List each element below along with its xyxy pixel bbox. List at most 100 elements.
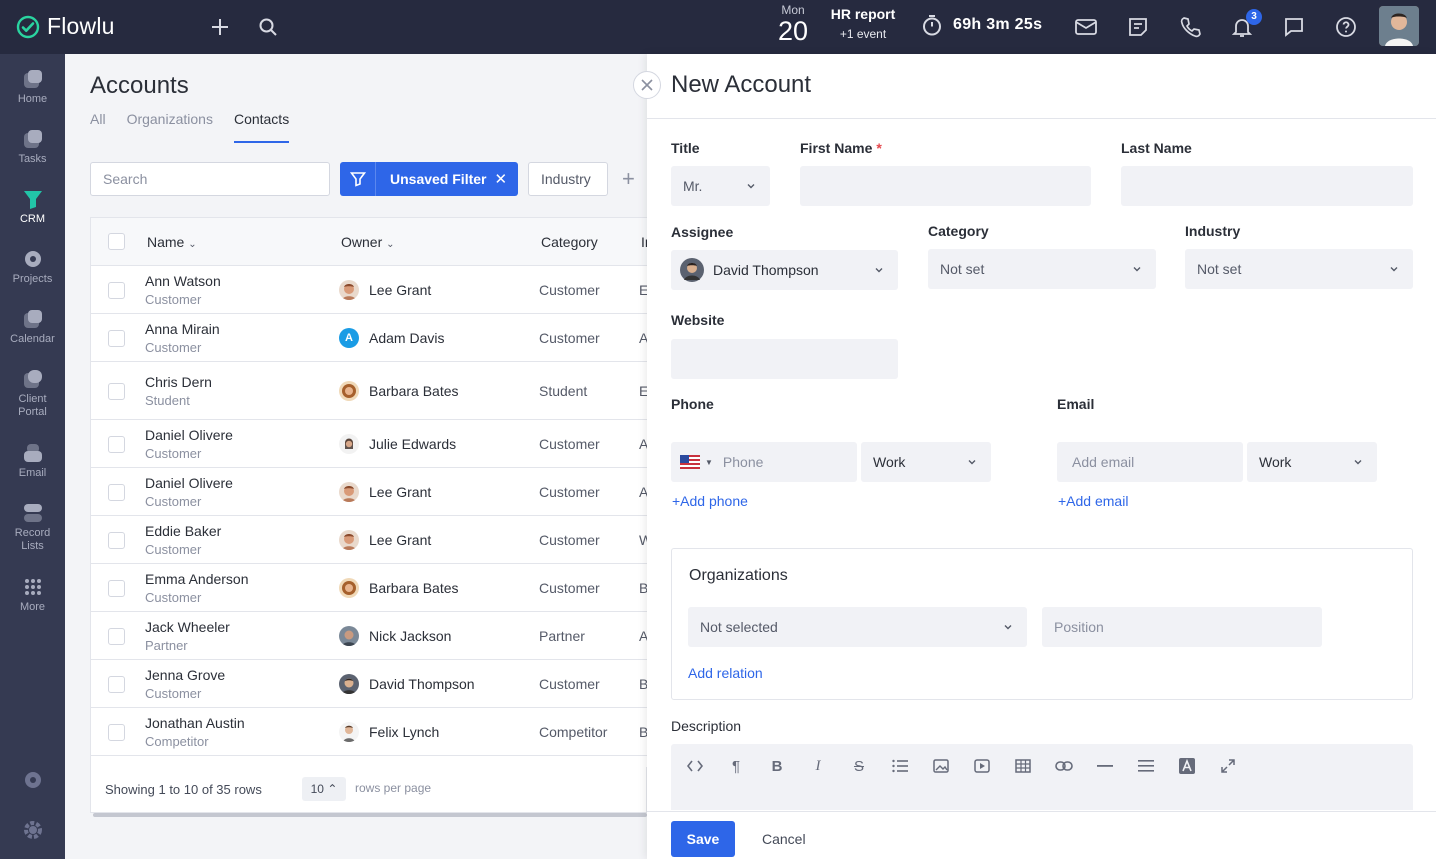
close-panel-button[interactable] bbox=[633, 71, 661, 99]
sidebar-item-crm[interactable]: CRM bbox=[0, 188, 65, 226]
website-input[interactable] bbox=[671, 339, 898, 379]
table-row[interactable]: Emma Anderson Customer Barbara Bates Custom… bbox=[91, 564, 647, 612]
italic-icon[interactable]: I bbox=[808, 756, 828, 776]
user-avatar[interactable] bbox=[1379, 6, 1419, 46]
save-button[interactable]: Save bbox=[671, 821, 735, 857]
last-name-input[interactable] bbox=[1121, 166, 1413, 206]
table-row[interactable]: Jenna Grove Customer David Thompson Custome… bbox=[91, 660, 647, 708]
horizontal-scrollbar[interactable] bbox=[93, 813, 647, 817]
row-checkbox[interactable] bbox=[108, 532, 125, 549]
industry-filter-button[interactable]: Industry bbox=[528, 162, 608, 196]
mail-icon[interactable] bbox=[1073, 14, 1099, 40]
tab-contacts[interactable]: Contacts bbox=[233, 111, 290, 143]
sidebar-item-settings[interactable] bbox=[0, 819, 65, 844]
today-date[interactable]: Mon 20 bbox=[774, 4, 812, 46]
table-row[interactable]: Jonathan Austin Competitor Felix Lynch Comp… bbox=[91, 708, 647, 756]
title-select[interactable]: Mr. bbox=[671, 166, 770, 206]
upcoming-event[interactable]: HR report +1 event bbox=[820, 6, 906, 45]
table-icon[interactable] bbox=[1013, 756, 1033, 776]
strikethrough-icon[interactable]: S bbox=[849, 756, 869, 776]
code-icon[interactable] bbox=[685, 756, 705, 776]
link-icon[interactable] bbox=[1054, 756, 1074, 776]
contact-name[interactable]: Jack Wheeler bbox=[145, 619, 230, 635]
sidebar-item-tasks[interactable]: Tasks bbox=[0, 128, 65, 166]
phone-type-select[interactable]: Work bbox=[861, 442, 991, 482]
contact-name[interactable]: Ann Watson bbox=[145, 273, 221, 289]
add-phone-link[interactable]: +Add phone bbox=[672, 493, 748, 509]
table-row[interactable]: Eddie Baker Customer Lee Grant Customer W bbox=[91, 516, 647, 564]
table-row[interactable]: Jack Wheeler Partner Nick Jackson Partner A bbox=[91, 612, 647, 660]
notes-icon[interactable] bbox=[1125, 14, 1151, 40]
assignee-select[interactable]: David Thompson bbox=[671, 250, 898, 290]
select-all-checkbox[interactable] bbox=[108, 233, 125, 250]
video-icon[interactable] bbox=[972, 756, 992, 776]
contact-name[interactable]: Anna Mirain bbox=[145, 321, 220, 337]
text-color-icon[interactable] bbox=[1177, 756, 1197, 776]
phone-input-group[interactable]: ▼ Phone bbox=[671, 442, 857, 482]
help-icon[interactable] bbox=[1333, 14, 1359, 40]
row-checkbox[interactable] bbox=[108, 580, 125, 597]
add-filter-icon[interactable]: + bbox=[622, 166, 635, 192]
column-name[interactable]: Name ⌄ bbox=[147, 234, 197, 250]
row-checkbox[interactable] bbox=[108, 330, 125, 347]
sidebar-item-calendar[interactable]: Calendar bbox=[0, 308, 65, 346]
add-email-link[interactable]: +Add email bbox=[1058, 493, 1128, 509]
bold-icon[interactable]: B bbox=[767, 756, 787, 776]
sidebar-item-support[interactable] bbox=[0, 769, 65, 794]
sidebar-item-email[interactable]: Email bbox=[0, 442, 65, 480]
row-checkbox[interactable] bbox=[108, 436, 125, 453]
organization-select[interactable]: Not selected bbox=[688, 607, 1027, 647]
add-icon[interactable] bbox=[207, 14, 233, 40]
fullscreen-icon[interactable] bbox=[1218, 756, 1238, 776]
table-row[interactable]: Anna Mirain Customer A Adam Davis Customer A bbox=[91, 314, 647, 362]
sidebar-item-client-portal[interactable]: Client Portal bbox=[0, 368, 65, 419]
row-checkbox[interactable] bbox=[108, 628, 125, 645]
table-row[interactable]: Daniel Olivere Customer Julie Edwards Custo… bbox=[91, 420, 647, 468]
filter-button[interactable]: Unsaved Filter ✕ bbox=[340, 162, 518, 196]
row-checkbox[interactable] bbox=[108, 383, 125, 400]
column-category[interactable]: Category bbox=[541, 234, 598, 250]
first-name-input[interactable] bbox=[800, 166, 1091, 206]
contact-name[interactable]: Daniel Olivere bbox=[145, 475, 233, 491]
horizontal-rule-icon[interactable] bbox=[1095, 756, 1115, 776]
search-input[interactable] bbox=[90, 162, 330, 196]
chat-icon[interactable] bbox=[1281, 14, 1307, 40]
us-flag-icon[interactable] bbox=[680, 455, 700, 469]
column-owner[interactable]: Owner ⌄ bbox=[341, 234, 395, 250]
sidebar-item-home[interactable]: Home bbox=[0, 68, 65, 106]
align-icon[interactable] bbox=[1136, 756, 1156, 776]
table-row[interactable]: Chris Dern Student Barbara Bates Student E bbox=[91, 362, 647, 420]
table-row[interactable]: Ann Watson Customer Lee Grant Customer E bbox=[91, 266, 647, 314]
list-icon[interactable] bbox=[890, 756, 910, 776]
phone-icon[interactable] bbox=[1177, 14, 1203, 40]
contact-name[interactable]: Jenna Grove bbox=[145, 667, 225, 683]
contact-name[interactable]: Jonathan Austin bbox=[145, 715, 245, 731]
tab-organizations[interactable]: Organizations bbox=[127, 111, 213, 143]
row-checkbox[interactable] bbox=[108, 484, 125, 501]
table-row[interactable]: Daniel Olivere Customer Lee Grant Customer A bbox=[91, 468, 647, 516]
tab-all[interactable]: All bbox=[90, 111, 106, 143]
contact-name[interactable]: Eddie Baker bbox=[145, 523, 221, 539]
add-relation-link[interactable]: Add relation bbox=[688, 665, 763, 681]
contact-name[interactable]: Chris Dern bbox=[145, 374, 212, 390]
contact-name[interactable]: Daniel Olivere bbox=[145, 427, 233, 443]
time-tracker[interactable]: 69h 3m 25s bbox=[921, 14, 1042, 36]
clear-filter-icon[interactable]: ✕ bbox=[494, 170, 507, 188]
sidebar-item-projects[interactable]: Projects bbox=[0, 248, 65, 286]
cancel-button[interactable]: Cancel bbox=[762, 831, 806, 847]
sidebar-item-record-lists[interactable]: Record Lists bbox=[0, 502, 65, 553]
email-type-select[interactable]: Work bbox=[1247, 442, 1377, 482]
industry-select[interactable]: Not set bbox=[1185, 249, 1413, 289]
row-checkbox[interactable] bbox=[108, 282, 125, 299]
paragraph-icon[interactable]: ¶ bbox=[726, 756, 746, 776]
contact-name[interactable]: Emma Anderson bbox=[145, 571, 249, 587]
search-icon[interactable] bbox=[255, 14, 281, 40]
sidebar-item-more[interactable]: More bbox=[0, 576, 65, 614]
image-icon[interactable] bbox=[931, 756, 951, 776]
row-checkbox[interactable] bbox=[108, 724, 125, 741]
rows-per-page-select[interactable]: 10 ⌃ bbox=[302, 777, 346, 801]
position-input[interactable] bbox=[1042, 607, 1322, 647]
row-checkbox[interactable] bbox=[108, 676, 125, 693]
category-select[interactable]: Not set bbox=[928, 249, 1156, 289]
phone-placeholder[interactable]: Phone bbox=[723, 454, 763, 470]
